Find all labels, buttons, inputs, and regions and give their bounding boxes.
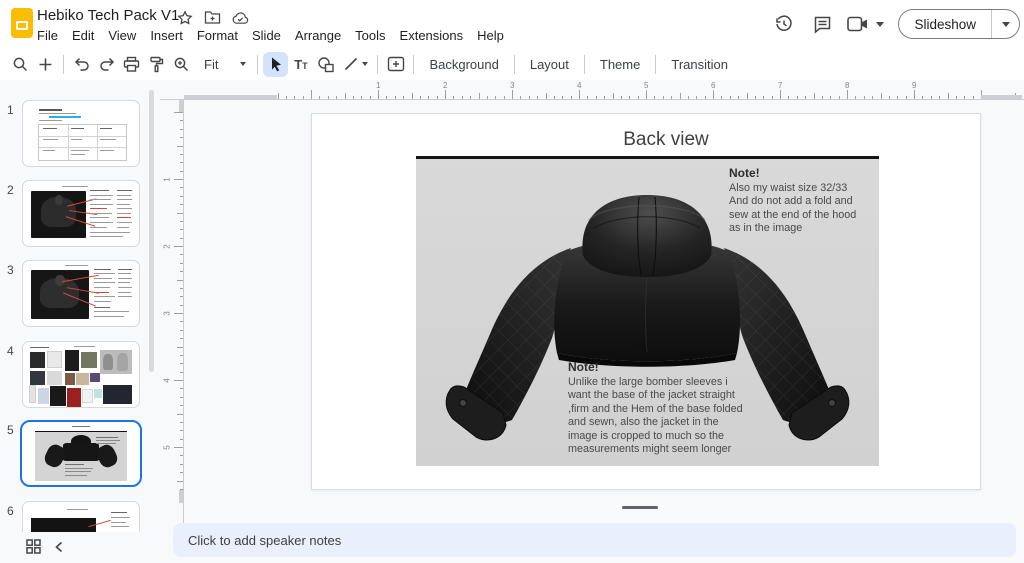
note-top-heading: Note! [729,167,875,181]
jacket-back-image[interactable]: Note! Also my waist size 32/33 And do no… [416,156,879,466]
slide-thumbnail-4[interactable] [22,341,140,408]
filmstrip-scrollbar[interactable] [149,90,154,372]
note-top[interactable]: Note! Also my waist size 32/33 And do no… [729,167,875,236]
select-tool-button[interactable] [263,52,288,77]
line-tool-button[interactable] [338,52,372,77]
menu-slide[interactable]: Slide [245,25,288,46]
menu-help[interactable]: Help [470,25,511,46]
undo-button[interactable] [69,52,94,77]
speaker-notes-placeholder[interactable]: Click to add speaker notes [188,533,341,548]
transition-button[interactable]: Transition [661,53,738,76]
slide-filmstrip: 1 2 3 4 5 6 [0,80,160,532]
slide-title[interactable]: Back view [623,129,709,151]
ruler-margin-band [184,95,277,99]
new-slide-button[interactable] [33,52,58,77]
slide-number-1: 1 [7,103,21,117]
search-menus-button[interactable] [8,52,33,77]
notes-resize-handle[interactable] [622,506,658,509]
bottom-left-controls [0,530,160,563]
menu-view[interactable]: View [101,25,143,46]
slide-number-2: 2 [7,183,21,197]
toolbar: Fit TT Background Layout Theme Transitio… [0,48,1024,80]
shapes-tool-button[interactable] [313,52,338,77]
zoom-in-button[interactable] [169,52,194,77]
collapse-filmstrip-button[interactable] [54,541,64,553]
slide-number-4: 4 [7,344,21,358]
ruler-margin-band [981,95,1022,99]
ruler-margin-band [179,490,183,503]
star-icon[interactable] [176,9,193,26]
zoom-value: Fit [204,57,218,72]
slide-number-5: 5 [7,423,21,437]
camera-dropdown-caret [876,22,884,27]
cloud-saved-icon[interactable] [232,9,249,26]
top-bar: Hebiko Tech Pack V1 File Edit View Inser… [0,0,1024,48]
zoom-select[interactable]: Fit [194,57,252,72]
comments-icon[interactable] [809,11,835,37]
vertical-ruler: 12345 [160,99,183,519]
menu-format[interactable]: Format [190,25,245,46]
note-bottom-heading: Note! [568,361,748,375]
slide-thumbnail-6[interactable] [22,501,140,532]
menu-arrange[interactable]: Arrange [288,25,348,46]
menu-extensions[interactable]: Extensions [393,25,471,46]
insert-placeholder-button[interactable] [383,52,408,77]
slideshow-dropdown[interactable] [992,10,1019,38]
menu-edit[interactable]: Edit [65,25,101,46]
zoom-caret-icon [240,62,246,66]
horizontal-ruler-baseline [160,99,1024,100]
move-folder-icon[interactable] [204,9,221,26]
slideshow-button[interactable]: Slideshow [898,9,1020,39]
slide-thumbnail-2[interactable] [22,180,140,247]
menu-file[interactable]: File [30,25,65,46]
grid-view-button[interactable] [26,539,41,554]
text-box-tool-button[interactable]: TT [288,52,313,77]
speaker-notes-panel[interactable]: Click to add speaker notes [173,523,1016,557]
paint-format-button[interactable] [144,52,169,77]
note-bottom[interactable]: Note! Unlike the large bomber sleeves i … [568,361,748,457]
google-slides-app: Hebiko Tech Pack V1 File Edit View Inser… [0,0,1024,563]
print-button[interactable] [119,52,144,77]
menu-tools[interactable]: Tools [348,25,392,46]
slide-thumbnail-5-selected[interactable] [20,420,142,487]
slideshow-label[interactable]: Slideshow [899,10,992,38]
slide-number-3: 3 [7,263,21,277]
slide-thumbnail-3[interactable] [22,260,140,327]
slide-canvas[interactable]: Back view [311,113,981,490]
workspace: 123456789 12345 1 2 3 4 5 6 [0,80,1024,563]
slide-number-6: 6 [7,504,21,518]
ruler-margin-band [179,100,183,112]
slide-thumbnail-1[interactable] [22,100,140,167]
version-history-icon[interactable] [771,11,797,37]
background-button[interactable]: Background [419,53,508,76]
line-tool-caret-icon [362,62,368,66]
document-title[interactable]: Hebiko Tech Pack V1 [37,7,179,24]
vertical-ruler-baseline [183,100,184,530]
meet-camera-button[interactable] [847,16,884,32]
layout-button[interactable]: Layout [520,53,579,76]
menu-insert[interactable]: Insert [143,25,190,46]
redo-button[interactable] [94,52,119,77]
menu-bar: File Edit View Insert Format Slide Arran… [30,25,511,46]
theme-button[interactable]: Theme [590,53,650,76]
